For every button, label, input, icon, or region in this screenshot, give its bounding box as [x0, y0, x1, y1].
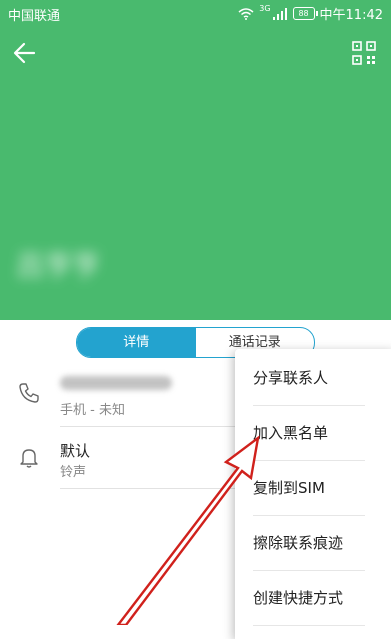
menu-item-erase-traces[interactable]: 擦除联系痕迹	[235, 516, 391, 571]
ringtone-label: 铃声	[60, 465, 87, 480]
back-arrow-icon[interactable]	[10, 38, 40, 68]
signal-icon	[272, 7, 287, 20]
tab-details[interactable]: 详情	[77, 328, 196, 357]
battery-level: 88	[298, 9, 309, 18]
row-divider	[60, 488, 260, 489]
menu-item-copy-to-sim[interactable]: 复制到SIM	[235, 461, 391, 516]
contact-name: 吕亨亨	[16, 249, 101, 282]
network-type-label: 3G	[259, 4, 271, 13]
battery-icon: 88	[292, 7, 318, 20]
contact-header: 中国联通 3G 88 中午11:42 吕亨亨	[0, 0, 391, 320]
bell-icon	[20, 449, 38, 468]
menu-item-create-shortcut[interactable]: 创建快捷方式	[235, 571, 391, 626]
carrier-name: 中国联通	[8, 9, 61, 24]
overflow-menu: 分享联系人 加入黑名单 复制到SIM 擦除联系痕迹 创建快捷方式	[235, 349, 391, 639]
ringtone-value: 默认	[60, 442, 91, 460]
phone-icon[interactable]	[18, 382, 40, 404]
status-icons: 3G 88 中午11:42	[238, 4, 383, 23]
qr-code-icon[interactable]	[351, 40, 377, 66]
menu-item-share-contact[interactable]: 分享联系人	[235, 351, 391, 406]
menu-divider	[253, 625, 365, 626]
menu-item-add-to-blacklist[interactable]: 加入黑名单	[235, 406, 391, 461]
phone-label: 手机 - 未知	[60, 403, 125, 418]
phone-number-redacted	[60, 376, 172, 390]
clock: 中午11:42	[319, 8, 383, 23]
wifi-icon	[238, 7, 254, 20]
status-bar: 中国联通 3G 88 中午11:42	[0, 0, 391, 26]
